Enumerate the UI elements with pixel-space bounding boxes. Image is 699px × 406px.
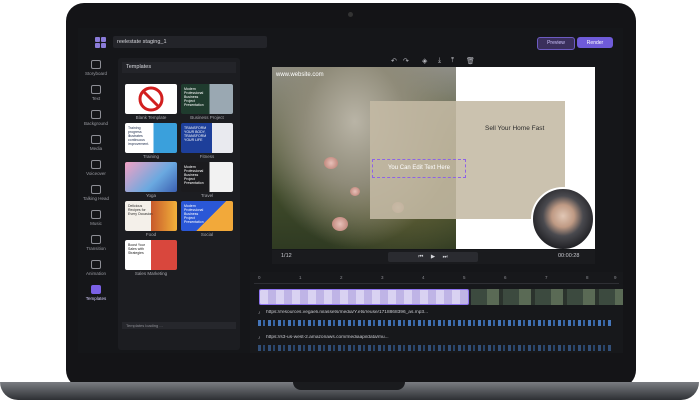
preview-button[interactable]: Preview <box>537 37 575 50</box>
storyboard-icon <box>91 60 101 69</box>
template-label: Yoga <box>145 193 157 198</box>
forward-icon[interactable]: ⏭ <box>443 254 448 260</box>
selected-clip[interactable] <box>259 289 469 305</box>
panel-title: Templates <box>122 62 236 73</box>
music-note-icon: ♪ <box>258 310 261 316</box>
video-track <box>259 289 623 305</box>
sidebar-item-talking-head[interactable]: Talking Head <box>82 185 110 201</box>
template-card-fitness[interactable]: TRANSFORM YOUR BODY, TRANSFORM YOUR LIFE <box>181 123 233 153</box>
template-label: Food <box>145 232 157 237</box>
app-logo[interactable] <box>95 37 106 48</box>
templates-panel: Templates Blank Template Modern Professi… <box>118 58 240 350</box>
talking-head-icon <box>91 185 101 194</box>
sidebar: Storyboard Text Background Media Voiceov… <box>78 56 113 353</box>
text-icon <box>91 85 101 94</box>
blank-template-icon <box>138 86 164 112</box>
timecode: 00:00:28 <box>558 253 580 259</box>
agent-portrait[interactable] <box>531 187 595 249</box>
template-card-food[interactable]: Delicious Recipes for Every Occasion <box>125 201 177 231</box>
template-card-yoga[interactable] <box>125 162 177 192</box>
editable-text-box[interactable]: You Can Edit Text Here <box>372 159 466 178</box>
audio-track-2[interactable]: ♪ https://s3-us-west-2.amazonaws.com/med… <box>258 335 623 344</box>
editor-screen: reelestate staging_1 Preview Render Stor… <box>78 28 623 353</box>
media-icon <box>91 135 101 144</box>
webcam-icon <box>348 12 353 17</box>
video-clip[interactable] <box>471 289 623 305</box>
voiceover-icon <box>91 160 101 169</box>
sidebar-item-voiceover[interactable]: Voiceover <box>82 160 110 176</box>
template-card-blank[interactable] <box>125 84 177 114</box>
template-label: Blank Template <box>135 115 167 120</box>
template-label: Sales Marketing <box>134 271 168 276</box>
audio-waveform-1 <box>258 320 613 326</box>
template-label: Social <box>200 232 214 237</box>
transition-icon <box>91 235 101 244</box>
template-label: Training <box>142 154 160 159</box>
render-button[interactable]: Render <box>577 37 613 48</box>
sidebar-item-transition[interactable]: Transition <box>82 235 110 251</box>
video-canvas[interactable]: www.website.com Sell Your Home Fast You … <box>272 67 595 249</box>
background-icon <box>91 110 101 119</box>
site-url[interactable]: www.website.com <box>276 72 324 78</box>
audio-waveform-2 <box>258 345 613 351</box>
project-name-field[interactable]: reelestate staging_1 <box>113 36 267 48</box>
delete-icon[interactable]: 🗑 <box>466 57 475 65</box>
sidebar-item-animation[interactable]: Animation <box>82 260 110 276</box>
player-bar: 1/12 ⏮ ▶ ⏭ 00:00:28 <box>272 250 595 264</box>
sidebar-item-storyboard[interactable]: Storyboard <box>82 60 110 76</box>
template-label: Business Project <box>190 115 224 120</box>
layers-icon[interactable]: ◈ <box>422 57 427 65</box>
share-icon[interactable]: ⤒ <box>451 57 454 65</box>
template-card-training[interactable]: Training progress illustrates continuous… <box>125 123 177 153</box>
play-icon[interactable]: ▶ <box>431 254 435 260</box>
sidebar-item-music[interactable]: Music <box>82 210 110 226</box>
canvas-headline[interactable]: Sell Your Home Fast <box>485 125 544 132</box>
template-label: Fitness <box>199 154 215 159</box>
music-note-icon: ♪ <box>258 335 261 341</box>
sidebar-item-background[interactable]: Background <box>82 110 110 126</box>
audio-track-1[interactable]: ♪ https://resources.vegaeli.ni/assets/me… <box>258 310 623 319</box>
templates-more: Templates loading ... <box>122 322 236 329</box>
sidebar-item-text[interactable]: Text <box>82 85 110 101</box>
download-icon[interactable]: ⤓ <box>438 57 441 65</box>
sidebar-item-templates[interactable]: Templates <box>82 285 110 301</box>
undo-icon[interactable]: ↶ <box>391 57 397 65</box>
template-card-business[interactable]: Modern Professional Business Project Pre… <box>181 84 233 114</box>
rewind-icon[interactable]: ⏮ <box>418 254 423 260</box>
animation-icon <box>91 260 101 269</box>
timeline: 0 1 2 3 4 5 6 7 8 9 ♪ https://resources.… <box>250 272 623 353</box>
redo-icon[interactable]: ↷ <box>403 57 409 65</box>
page-count: 1/12 <box>281 253 292 259</box>
template-card-social[interactable]: Modern Professional Business Project Pre… <box>181 201 233 231</box>
sidebar-item-media[interactable]: Media <box>82 135 110 151</box>
laptop-notch <box>293 382 405 390</box>
timeline-ruler[interactable]: 0 1 2 3 4 5 6 7 8 9 <box>254 273 619 284</box>
template-card-sales-marketing[interactable]: Boost Your Sales with Strategies <box>125 240 177 270</box>
playback-controls: ⏮ ▶ ⏭ <box>388 252 478 262</box>
templates-icon <box>91 285 101 294</box>
template-label: Travel <box>200 193 214 198</box>
template-card-travel[interactable]: Modern Professional Business Project Pre… <box>181 162 233 192</box>
music-icon <box>91 210 101 219</box>
